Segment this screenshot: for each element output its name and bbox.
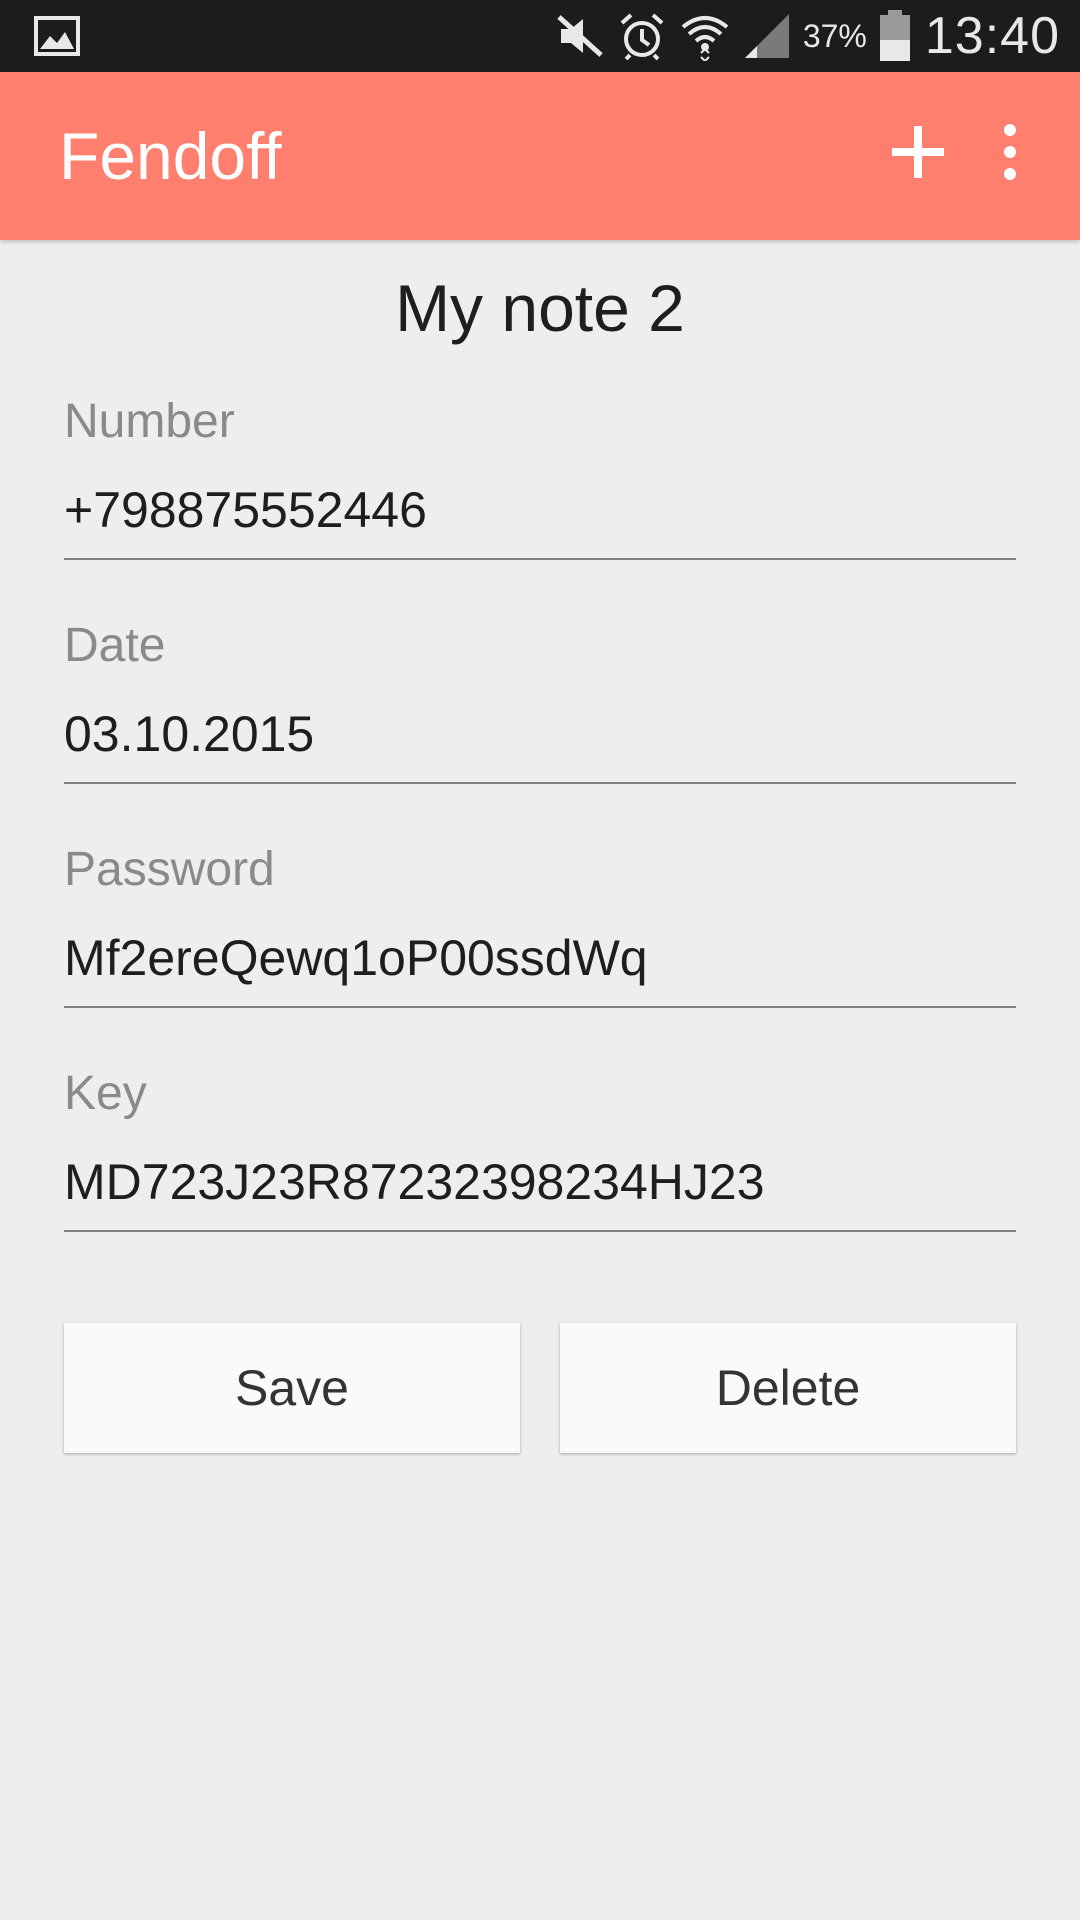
key-underline bbox=[64, 1230, 1016, 1232]
add-icon[interactable] bbox=[888, 122, 948, 182]
delete-button[interactable]: Delete bbox=[560, 1323, 1016, 1453]
battery-icon bbox=[879, 10, 910, 61]
more-vert-icon[interactable] bbox=[990, 122, 1030, 182]
password-input[interactable] bbox=[64, 928, 1016, 988]
wifi-icon bbox=[681, 16, 729, 61]
battery-percent: 37% bbox=[802, 17, 867, 54]
note-title: My note 2 bbox=[395, 271, 685, 345]
save-button[interactable]: Save bbox=[64, 1323, 520, 1453]
app-title: Fendoff bbox=[59, 119, 282, 193]
mute-icon bbox=[557, 15, 603, 57]
app-bar: Fendoff bbox=[0, 72, 1080, 240]
clock: 13:40 bbox=[924, 7, 1060, 65]
date-underline bbox=[64, 782, 1016, 784]
date-input[interactable] bbox=[64, 704, 1016, 764]
number-label: Number bbox=[64, 395, 235, 448]
alarm-icon bbox=[620, 13, 664, 61]
number-input[interactable] bbox=[64, 480, 1016, 540]
date-label: Date bbox=[64, 619, 166, 672]
number-underline bbox=[64, 558, 1016, 560]
gallery-icon bbox=[34, 16, 80, 56]
number-field: Number bbox=[64, 392, 1016, 560]
date-field: Date bbox=[64, 616, 1016, 784]
key-field: Key bbox=[64, 1064, 1016, 1232]
signal-icon bbox=[744, 14, 789, 58]
password-underline bbox=[64, 1006, 1016, 1008]
password-field: Password bbox=[64, 840, 1016, 1008]
status-bar: 37% 13:40 bbox=[0, 0, 1080, 72]
key-label: Key bbox=[64, 1067, 147, 1120]
password-label: Password bbox=[64, 843, 275, 896]
key-input[interactable] bbox=[64, 1152, 1016, 1212]
